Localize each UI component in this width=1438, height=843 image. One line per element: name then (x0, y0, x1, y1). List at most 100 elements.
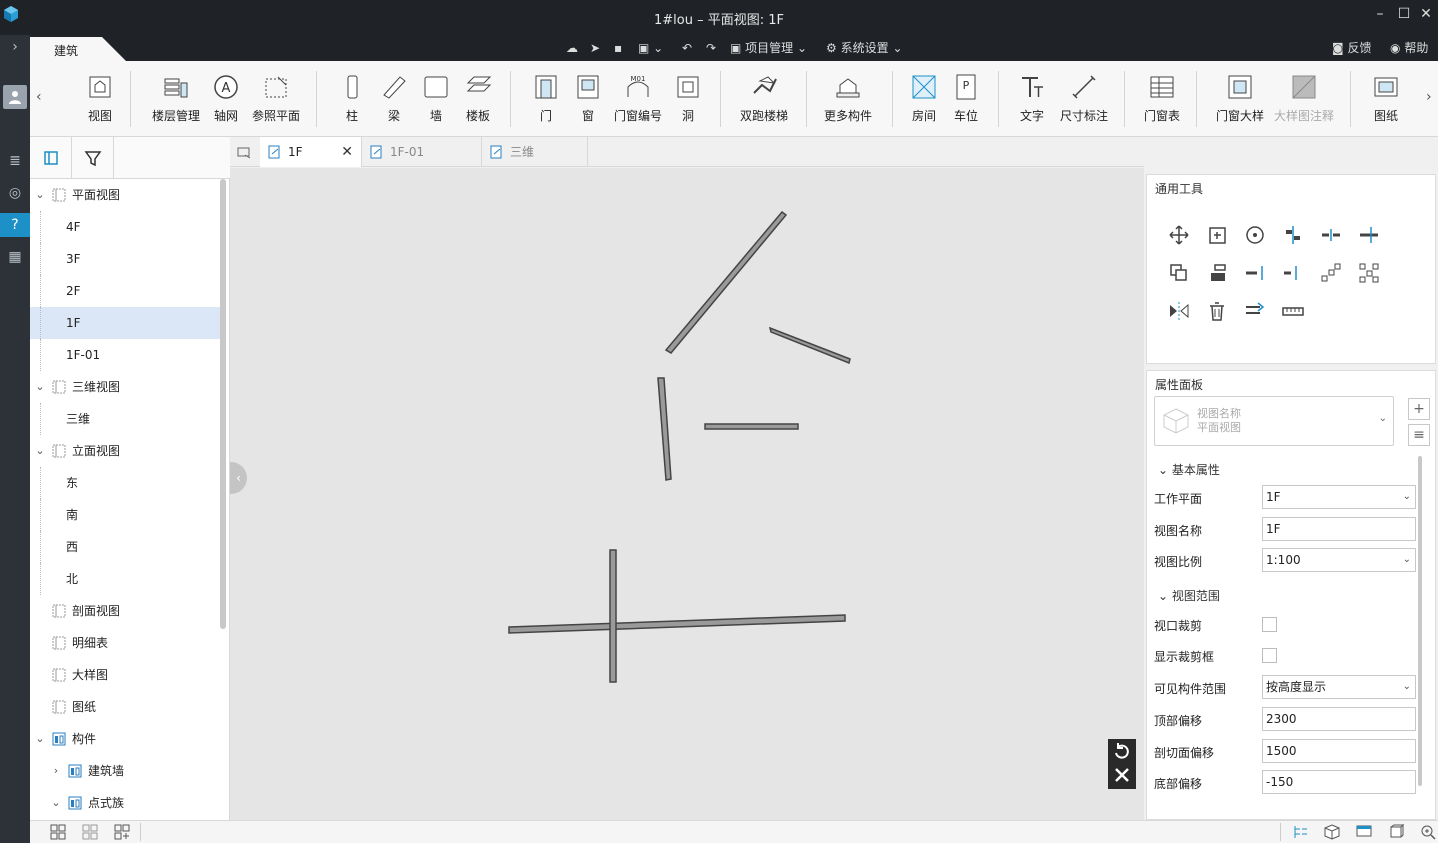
close-tab-icon[interactable]: ✕ (341, 137, 353, 167)
wall-horizontal-short[interactable] (704, 423, 799, 430)
select-cross-icon[interactable] (114, 824, 130, 840)
chevron-right-icon[interactable]: › (50, 755, 62, 787)
ribbon-door-window-detail-button[interactable]: 门窗大样 (1214, 73, 1266, 135)
tree-row[interactable]: 1F (30, 307, 220, 339)
chevron-down-icon[interactable]: ⌄ (34, 723, 46, 755)
tree-row[interactable]: 西 (30, 531, 220, 563)
ribbon-text-button[interactable]: 文字 (1016, 73, 1048, 135)
ribbon-dimension-button[interactable]: 尺寸标注 (1056, 73, 1112, 135)
expand-rail-icon[interactable]: › (3, 35, 27, 59)
section-view-range[interactable]: ⌄ 视图范围 (1158, 587, 1220, 604)
tab-jianzhu[interactable]: 建筑 (30, 37, 126, 61)
help-button[interactable]: ◉ 帮助 (1390, 40, 1428, 58)
minimize-button[interactable]: – (1370, 5, 1390, 23)
feedback-button[interactable]: ◙ 反馈 (1332, 40, 1372, 58)
array-icon[interactable] (1319, 261, 1343, 285)
tree-row[interactable]: ⌄ 构件 (30, 723, 220, 755)
cube-icon[interactable] (1388, 824, 1404, 840)
tree-row[interactable]: 4F (30, 211, 220, 243)
select-all-icon[interactable] (50, 824, 66, 840)
extend-to-icon[interactable] (1281, 261, 1305, 285)
view-type-select[interactable]: 视图名称 平面视图 ⌄ (1154, 396, 1394, 446)
3d-box-icon[interactable] (1324, 824, 1340, 840)
tree-row[interactable]: ⌄ 平面视图 (30, 179, 220, 211)
top-offset-input[interactable]: 2300 (1262, 707, 1416, 731)
split-icon[interactable] (1319, 223, 1343, 247)
undo-icon[interactable]: ↶ (682, 40, 692, 58)
ribbon-detail-annotation-button[interactable]: 大样图注释 (1272, 73, 1336, 135)
tree-row[interactable]: ⌄ 点式族 (30, 787, 220, 819)
work-plane-select[interactable]: 1F ⌄ (1262, 485, 1416, 509)
tree-row[interactable]: 3F (30, 243, 220, 275)
ribbon-door-window-table-button[interactable]: 门窗表 (1140, 73, 1184, 135)
ribbon-door-window-number-button[interactable]: M01 门窗编号 (612, 73, 664, 135)
copy-icon[interactable] (1205, 223, 1229, 247)
settings-menu[interactable]: ⚙ 系统设置 ⌄ (826, 40, 903, 58)
ribbon-door-button[interactable]: 门 (530, 73, 562, 135)
view-name-input[interactable]: 1F (1262, 517, 1416, 541)
tree-scrollbar[interactable] (220, 179, 226, 629)
offset-icon[interactable] (1205, 261, 1229, 285)
match-properties-icon[interactable] (1243, 299, 1267, 323)
tab-list-icon[interactable] (236, 144, 252, 160)
tab-3d[interactable]: 三维 (482, 137, 588, 167)
tab-1f-01[interactable]: 1F-01 (362, 137, 482, 167)
wall-near-vertical[interactable] (657, 377, 672, 481)
tree-row[interactable]: 2F (30, 275, 220, 307)
wall-short-slant[interactable] (768, 326, 851, 365)
ribbon-floor-manage-button[interactable]: 楼层管理 (148, 73, 204, 135)
export-icon[interactable]: ▣ ⌄ (638, 40, 663, 58)
ribbon-column-button[interactable]: 柱 (336, 73, 368, 135)
tab-1f[interactable]: 1F ✕ (260, 137, 362, 167)
compass-icon[interactable]: ◎ (3, 181, 27, 205)
list-icon[interactable]: ≣ (3, 149, 27, 173)
ribbon-view-button[interactable]: 视图 (78, 73, 122, 135)
tree-row[interactable]: 南 (30, 499, 220, 531)
move-icon[interactable] (1167, 223, 1191, 247)
extend-icon[interactable] (1243, 261, 1267, 285)
section-basic-properties[interactable]: ⌄ 基本属性 (1158, 461, 1220, 478)
delete-icon[interactable] (1205, 299, 1229, 323)
chevron-down-icon[interactable]: ⌄ (34, 435, 46, 467)
monitor-icon[interactable] (1356, 824, 1372, 840)
tree-row[interactable]: 明细表 (30, 627, 220, 659)
ribbon-room-button[interactable]: 房间 (906, 73, 942, 135)
chevron-down-icon[interactable]: ⌄ (34, 179, 46, 211)
grid-array-icon[interactable] (1357, 261, 1381, 285)
tree-row[interactable]: 剖面视图 (30, 595, 220, 627)
chevron-down-icon[interactable]: ⌄ (50, 787, 62, 819)
document-icon[interactable]: ▪ (614, 40, 622, 58)
project-menu[interactable]: ▣ 项目管理 ⌄ (730, 40, 807, 58)
ribbon-window-button[interactable]: 窗 (572, 73, 604, 135)
tree-structure-icon[interactable] (1292, 824, 1308, 840)
grid-apps-icon[interactable]: ▦ (3, 245, 27, 269)
redo-icon[interactable]: ↷ (706, 40, 716, 58)
tree-row[interactable]: ⌄ 立面视图 (30, 435, 220, 467)
ribbon-beam-button[interactable]: 梁 (378, 73, 410, 135)
align-icon[interactable] (1281, 223, 1305, 247)
panel-toggle-icon[interactable] (30, 137, 72, 179)
filter-icon[interactable] (72, 137, 114, 179)
show-crop-box-checkbox[interactable] (1262, 648, 1277, 663)
select-window-icon[interactable] (82, 824, 98, 840)
measure-icon[interactable] (1281, 299, 1305, 323)
ribbon-slab-button[interactable]: 楼板 (462, 73, 494, 135)
zoom-fit-icon[interactable] (1420, 824, 1436, 840)
ribbon-more-components-button[interactable]: 更多构件 (820, 73, 876, 135)
ribbon-axis-grid-button[interactable]: A 轴网 (210, 73, 242, 135)
bottom-offset-input[interactable]: -150 (1262, 770, 1416, 794)
maximize-button[interactable]: ☐ (1394, 5, 1414, 23)
properties-scrollbar[interactable] (1418, 456, 1422, 786)
tree-row[interactable]: ⌄ 三维视图 (30, 371, 220, 403)
ribbon-scroll-right-icon[interactable]: › (1426, 89, 1432, 105)
mirror-icon[interactable] (1167, 299, 1191, 323)
chevron-down-icon[interactable]: ⌄ (34, 371, 46, 403)
wall-vertical-cross[interactable] (609, 549, 617, 683)
tree-row[interactable]: 北 (30, 563, 220, 595)
viewport-crop-checkbox[interactable] (1262, 617, 1277, 632)
wall-long-horizontal[interactable] (508, 614, 846, 634)
tree-row[interactable]: › 建筑墙 (30, 755, 220, 787)
ribbon-scroll-left-icon[interactable]: ‹ (36, 89, 42, 105)
reset-view-icon[interactable] (1115, 743, 1129, 759)
tree-row[interactable]: 图纸 (30, 691, 220, 723)
